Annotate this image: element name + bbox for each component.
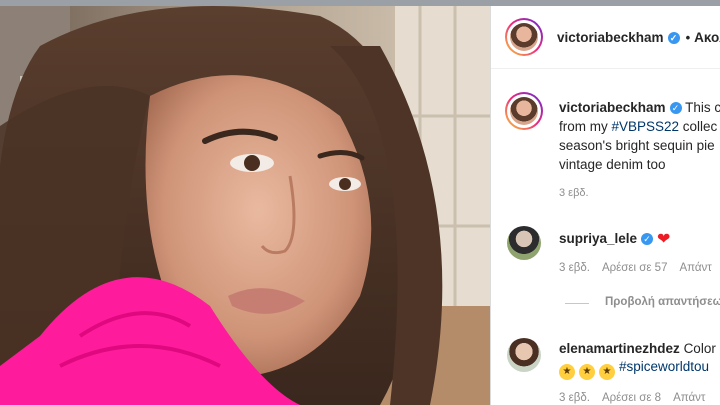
caption-timestamp[interactable]: 3 εβδ.: [559, 187, 589, 199]
comment-timestamp[interactable]: 3 εβδ.: [559, 262, 590, 274]
star-struck-emoji-icon: ★: [579, 364, 595, 380]
author-avatar[interactable]: [505, 18, 543, 56]
caption-text-line2-suffix: collec: [679, 119, 718, 134]
caption-text-line2-prefix: from my: [559, 119, 612, 134]
comment-likes[interactable]: Αρέσει σε 8: [602, 392, 661, 404]
post-header: victoriabeckham✓ •Ακολ: [491, 6, 720, 69]
comment-reply-button[interactable]: Απάντ: [679, 262, 711, 274]
comment-row: elenamartinezhdez Color: [559, 341, 716, 356]
caption-text-line1: This c: [685, 100, 720, 115]
post-photo[interactable]: [0, 6, 490, 405]
comment-text: Color: [683, 341, 716, 356]
comment-hashtag-link[interactable]: #spiceworldtou: [619, 359, 709, 374]
comment-meta: 3 εβδ. Αρέσει σε 8 Απάντ: [559, 392, 717, 404]
comment-username[interactable]: supriya_lele: [559, 231, 637, 246]
follow-button[interactable]: Ακολ: [694, 30, 720, 45]
caption-text-line4: vintage denim too: [559, 157, 666, 172]
comment-avatar[interactable]: [507, 338, 541, 372]
caption-avatar[interactable]: [505, 92, 543, 130]
red-heart-icon: ❤: [657, 231, 671, 248]
verified-badge-icon: ✓: [669, 102, 682, 114]
comment-row: supriya_lele ✓ ❤: [559, 229, 670, 249]
comment-reply-button[interactable]: Απάντ: [673, 392, 705, 404]
view-replies-button[interactable]: Προβολή απαντήσεω: [605, 296, 720, 308]
comment-username[interactable]: elenamartinezhdez: [559, 341, 680, 356]
caption-text-line3: season's bright sequin pie: [559, 138, 715, 153]
author-username-row: victoriabeckham✓ •Ακολ: [557, 30, 720, 45]
verified-badge-icon: ✓: [667, 32, 680, 44]
post-side-panel: victoriabeckham✓•Ακολ victoriabeckham✓ T…: [490, 6, 720, 405]
replies-divider: [565, 303, 589, 304]
comment-avatar[interactable]: [507, 226, 541, 260]
verified-badge-icon: ✓: [641, 233, 654, 245]
comment-likes[interactable]: Αρέσει σε 57: [602, 262, 668, 274]
post-caption: victoriabeckham ✓ This c from my #VBPSS22…: [559, 98, 720, 174]
portrait-image: [0, 6, 490, 405]
comment-meta: 3 εβδ. Αρέσει σε 57 Απάντ: [559, 262, 720, 274]
star-struck-emoji-icon: ★: [559, 364, 575, 380]
comment-row-line2: ★ ★ ★ #spiceworldtou: [559, 359, 709, 380]
caption-hashtag-link[interactable]: #VBPSS22: [612, 119, 680, 134]
author-username[interactable]: victoriabeckham: [557, 30, 664, 45]
star-struck-emoji-icon: ★: [599, 364, 615, 380]
comment-timestamp[interactable]: 3 εβδ.: [559, 392, 590, 404]
header-separator: •: [685, 30, 691, 45]
caption-username[interactable]: victoriabeckham: [559, 100, 666, 115]
